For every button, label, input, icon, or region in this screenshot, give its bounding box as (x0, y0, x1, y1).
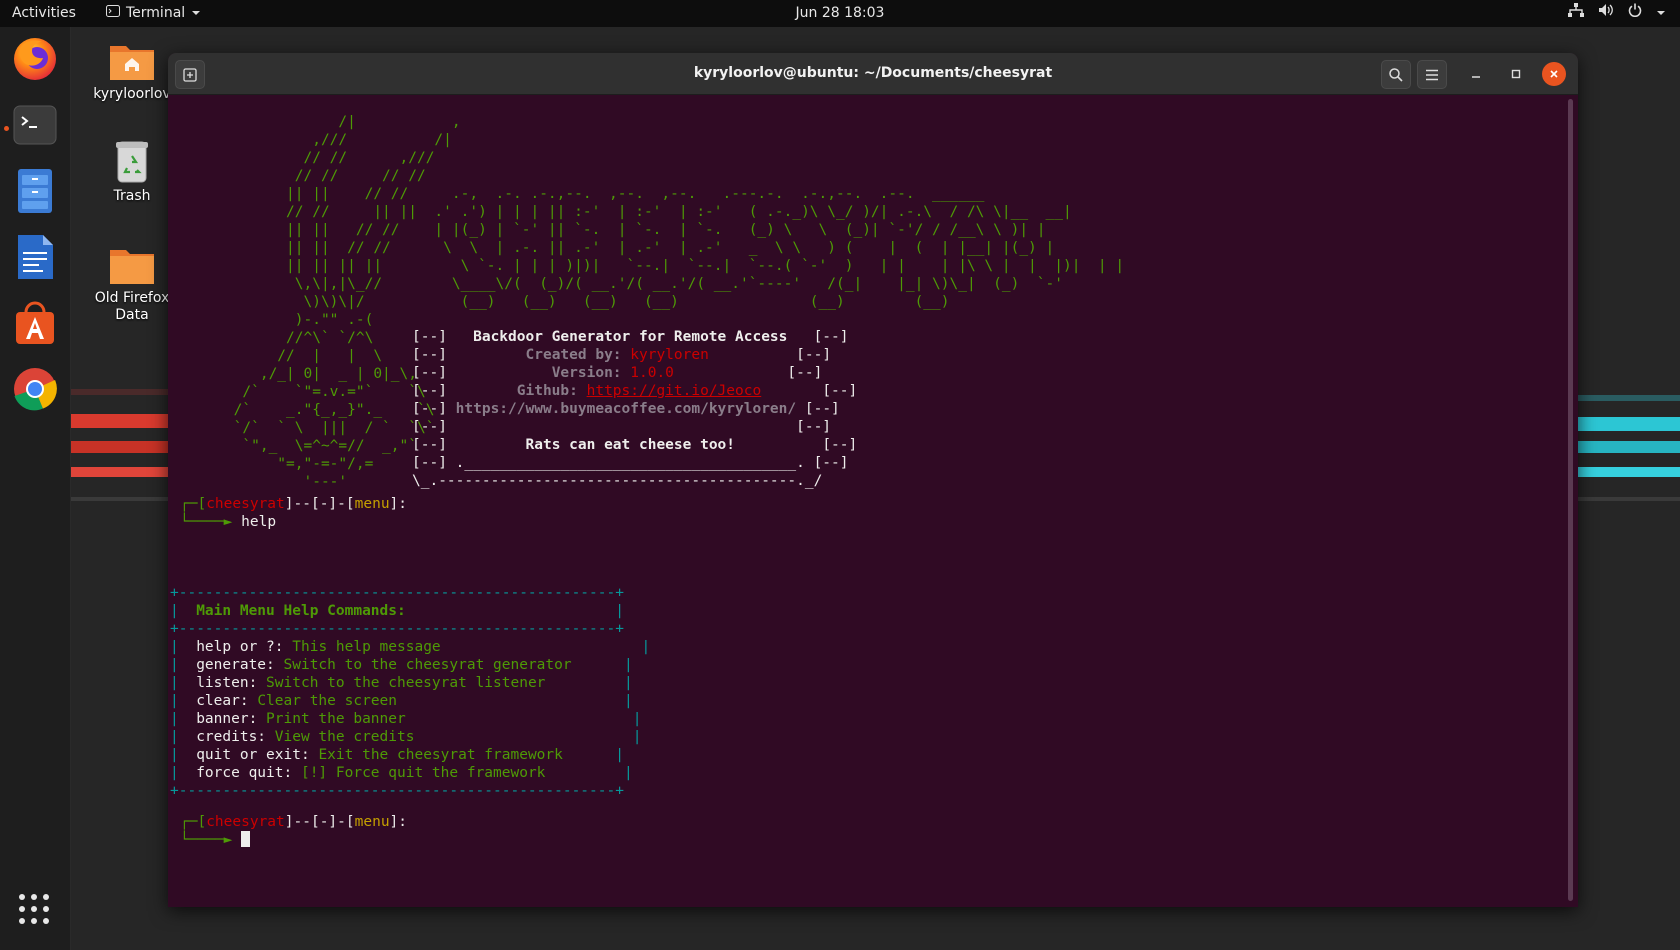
prompt-menu: menu (354, 814, 390, 830)
system-tray[interactable] (1568, 0, 1666, 27)
terminal-window[interactable]: kyryloorlov@ubuntu: ~/Documents/cheesyra… (168, 53, 1578, 907)
hamburger-icon (1426, 69, 1438, 80)
typed-command-line: └────► help (180, 514, 277, 530)
activities-button[interactable]: Activities (12, 0, 76, 27)
created-value: kyryloren (630, 347, 709, 363)
prompt-menu: menu (354, 496, 390, 512)
github-label: Github: (516, 383, 578, 399)
home-folder-icon (108, 38, 156, 82)
search-button[interactable] (1381, 60, 1411, 89)
new-tab-button[interactable] (175, 60, 205, 89)
maximize-button[interactable] (1502, 60, 1530, 87)
coffee-link[interactable]: https://www.buymeacoffee.com/kyryloren/ (456, 401, 796, 417)
app-menu[interactable]: Terminal (106, 0, 201, 27)
help-desc: [!] Force quit the framework (300, 765, 546, 781)
input-line[interactable]: └────► (180, 831, 251, 849)
help-desc: Switch to the cheesyrat generator (283, 657, 572, 673)
text-cursor (241, 831, 251, 847)
prompt-mid: ]--[-]-[ (284, 814, 355, 830)
folder-icon (108, 242, 156, 286)
prompt-end: ]: (389, 814, 408, 830)
help-desc: Clear the screen (257, 693, 398, 709)
terminal-output[interactable]: /| , ,/// /| // // ,/// // // // // || |… (168, 95, 1563, 907)
dock (0, 27, 71, 950)
info-banner-box: [--] Backdoor Generator for Remote Acces… (412, 329, 858, 489)
chevron-down-icon (191, 0, 201, 27)
version-value: 1.0.0 (630, 365, 674, 381)
close-icon (1550, 70, 1558, 78)
maximize-icon (1511, 69, 1521, 78)
power-icon[interactable] (1628, 0, 1642, 27)
help-cmd: generate: (196, 657, 275, 673)
minimize-icon (1472, 75, 1480, 78)
trash-icon (108, 140, 156, 184)
desktop-icon-label: Trash (113, 188, 151, 204)
desktop-icon-label: Old Firefox Data (94, 290, 170, 323)
typed-command: help (241, 514, 277, 530)
search-icon (1389, 67, 1403, 82)
terminal-icon[interactable] (10, 100, 60, 150)
new-tab-icon (183, 67, 197, 82)
window-title: kyryloorlov@ubuntu: ~/Documents/cheesyra… (693, 65, 1053, 81)
software-icon[interactable] (10, 298, 60, 348)
shell-prompt: ┌─[cheesyrat]--[-]-[menu]: (180, 496, 408, 512)
help-table: +---------------------------------------… (170, 585, 651, 799)
help-cmd: force quit: (196, 765, 293, 781)
desktop-old-firefox-data[interactable]: Old Firefox Data (88, 242, 176, 324)
prompt-end: ]: (389, 496, 408, 512)
top-bar: Activities Terminal Jun 28 18:03 (0, 0, 1680, 27)
hamburger-menu-button[interactable] (1417, 60, 1447, 89)
desktop-icon-label: kyryloorlov (93, 86, 171, 102)
minimize-button[interactable] (1462, 60, 1490, 87)
prompt-name: cheesyrat (206, 814, 285, 830)
terminal-small-icon (106, 0, 120, 27)
close-button[interactable] (1542, 62, 1566, 86)
chrome-icon[interactable] (10, 364, 60, 414)
volume-icon[interactable] (1598, 0, 1614, 27)
network-icon[interactable] (1568, 0, 1584, 27)
chevron-down-icon[interactable] (1656, 0, 1666, 27)
help-cmd: credits: (196, 729, 267, 745)
help-desc: This help message (292, 639, 441, 655)
help-desc: Switch to the cheesyrat listener (266, 675, 546, 691)
help-desc: Print the banner (266, 711, 406, 727)
help-heading: Main Menu Help Commands: (196, 603, 406, 619)
help-cmd: help or ?: (196, 639, 284, 655)
writer-icon[interactable] (10, 232, 60, 282)
version-label: Version: (551, 365, 622, 381)
clock[interactable]: Jun 28 18:03 (0, 0, 1680, 27)
show-apps-icon[interactable] (14, 889, 54, 929)
help-desc: View the credits (274, 729, 415, 745)
banner-title: Backdoor Generator for Remote Access (473, 329, 788, 345)
banner-tagline: Rats can eat cheese too! (525, 437, 736, 453)
desktop-home-folder[interactable]: kyryloorlov (88, 38, 176, 103)
github-link[interactable]: https://git.io/Jeoco (587, 383, 762, 399)
help-cmd: clear: (196, 693, 249, 709)
created-label: Created by: (525, 347, 622, 363)
shell-prompt: ┌─[cheesyrat]--[-]-[menu]: (180, 814, 408, 830)
title-bar[interactable]: kyryloorlov@ubuntu: ~/Documents/cheesyra… (168, 53, 1578, 95)
help-cmd: listen: (196, 675, 258, 691)
files-icon[interactable] (10, 166, 60, 216)
desktop-trash[interactable]: Trash (88, 140, 176, 205)
app-menu-label: Terminal (126, 5, 186, 21)
scrollbar[interactable] (1568, 99, 1573, 901)
help-cmd: quit or exit: (196, 747, 310, 763)
help-desc: Exit the cheesyrat framework (318, 747, 563, 763)
help-cmd: banner: (196, 711, 258, 727)
prompt-name: cheesyrat (206, 496, 285, 512)
firefox-icon[interactable] (10, 33, 60, 83)
running-indicator (4, 126, 9, 131)
prompt-mid: ]--[-]-[ (284, 496, 355, 512)
